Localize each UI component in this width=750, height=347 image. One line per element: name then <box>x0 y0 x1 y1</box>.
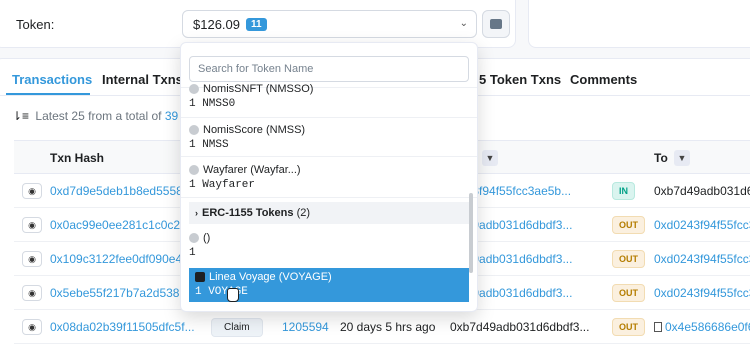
direction-badge: OUT <box>612 318 645 336</box>
direction-badge: OUT <box>612 250 645 268</box>
tab-token-txns[interactable]: 5 Token Txns <box>479 72 561 87</box>
active-tab-indicator <box>6 93 90 95</box>
wallet-icon <box>490 19 502 29</box>
token-default-icon <box>189 165 199 175</box>
header-txn-hash: Txn Hash <box>50 151 105 165</box>
contract-icon <box>654 322 662 332</box>
header-to: To <box>654 151 668 165</box>
to-link[interactable]: 0xd0243f94f55fcc3a <box>654 286 750 300</box>
token-option-amount: 1 NMSS0 <box>189 98 236 110</box>
chevron-down-icon: ⌄ <box>459 18 468 29</box>
erc1155-section-header[interactable]: › ERC-1155 Tokens (2) <box>189 202 469 224</box>
to-link[interactable]: 0x4e586686e0f61 <box>654 320 750 334</box>
token-option-name: NomisSNFT (NMSSO) <box>189 83 469 95</box>
token-option-name: Wayfarer (Wayfar...) <box>189 164 469 176</box>
filter-icon[interactable]: ▼ <box>674 150 690 166</box>
token-option-label: () <box>203 232 211 244</box>
token-option-label: NomisSNFT (NMSSO) <box>203 83 314 95</box>
txn-hash-link[interactable]: 0x109c3122fee0df090e4... <box>50 252 192 266</box>
token-option-amount: 1 Wayfarer <box>189 179 256 191</box>
to-link[interactable]: 0xd0243f94f55fcc3a <box>654 218 750 232</box>
summary-prefix: Latest 25 from a total of <box>35 109 162 123</box>
eye-icon[interactable]: ◉ <box>22 285 42 301</box>
txn-hash-link[interactable]: 0x0ac99e0ee281c1c0c2... <box>50 218 190 232</box>
summary-count[interactable]: 39 <box>165 109 178 123</box>
token-search-input[interactable] <box>189 56 469 82</box>
to-link-text: 0x4e586686e0f61 <box>665 320 750 334</box>
divider <box>181 117 477 118</box>
token-option[interactable]: NomisSNFT (NMSSO) 1 NMSS0 <box>189 83 469 110</box>
token-option-amount: 1 NMSS <box>189 139 229 151</box>
txn-hash-link[interactable]: 0x5ebe55f217b7a2d538... <box>50 286 189 300</box>
txn-hash-link[interactable]: 0x08da02b39f11505dfc5f... <box>50 320 195 334</box>
hand-cursor-icon <box>227 288 239 302</box>
token-option-label: Wayfarer (Wayfar...) <box>203 164 301 176</box>
from-address: 0xb7d49adb031d6dbdf3... <box>450 320 590 334</box>
to-link[interactable]: 0xd0243f94f55fcc3a <box>654 252 750 266</box>
sort-icon[interactable]: ⇂≡ <box>12 109 29 123</box>
direction-badge: OUT <box>612 284 645 302</box>
token-default-icon <box>189 233 199 243</box>
token-default-icon <box>189 84 199 94</box>
eye-icon[interactable]: ◉ <box>22 319 42 335</box>
eye-icon[interactable]: ◉ <box>22 251 42 267</box>
to-address: 0xb7d49adb031d6d <box>654 184 750 198</box>
section-label: ERC-1155 Tokens <box>202 207 294 219</box>
tab-transactions[interactable]: Transactions <box>12 72 92 87</box>
block-link[interactable]: 1205594 <box>282 320 329 334</box>
token-select[interactable]: $126.09 11 ⌄ <box>182 10 477 38</box>
token-option-amount: 1 <box>189 247 196 259</box>
token-option[interactable]: NomisScore (NMSS) 1 NMSS <box>189 124 469 151</box>
token-option-name: NomisScore (NMSS) <box>189 124 469 136</box>
direction-badge: IN <box>612 182 635 200</box>
divider <box>181 156 477 157</box>
token-value: $126.09 <box>193 16 240 32</box>
dropdown-scrollbar[interactable] <box>469 193 473 273</box>
tab-internal-txns[interactable]: Internal Txns <box>102 72 183 87</box>
age-text: 20 days 5 hrs ago <box>340 320 436 334</box>
section-count: (2) <box>296 207 311 219</box>
chevron-right-icon: › <box>195 208 198 218</box>
token-count-badge: 11 <box>246 17 267 31</box>
token-option[interactable]: Wayfarer (Wayfar...) 1 Wayfarer <box>189 164 469 191</box>
eye-icon[interactable]: ◉ <box>22 183 42 199</box>
token-option-name: Linea Voyage (VOYAGE) <box>195 271 463 283</box>
method-badge: Claim <box>211 318 263 337</box>
table-row: ◉ 0x08da02b39f11505dfc5f... Claim 120559… <box>14 310 750 344</box>
right-summary-card <box>528 0 750 48</box>
voyage-token-icon <box>195 272 205 282</box>
tab-comments[interactable]: Comments <box>570 72 637 87</box>
token-option[interactable]: () 1 <box>189 232 469 259</box>
divider <box>181 197 477 198</box>
token-dropdown: NomisSNFT (NMSSO) 1 NMSS0 NomisScore (NM… <box>180 42 478 312</box>
filter-icon[interactable]: ▼ <box>482 150 498 166</box>
token-option-label: NomisScore (NMSS) <box>203 124 306 136</box>
txn-hash-link[interactable]: 0xd7d9e5deb1b8ed5558... <box>50 184 193 198</box>
token-label: Token: <box>16 17 55 32</box>
eye-icon[interactable]: ◉ <box>22 217 42 233</box>
token-option-label: Linea Voyage (VOYAGE) <box>209 271 332 283</box>
direction-badge: OUT <box>612 216 645 234</box>
wallet-button[interactable] <box>482 10 510 38</box>
token-default-icon <box>189 125 199 135</box>
token-option-name: () <box>189 232 469 244</box>
